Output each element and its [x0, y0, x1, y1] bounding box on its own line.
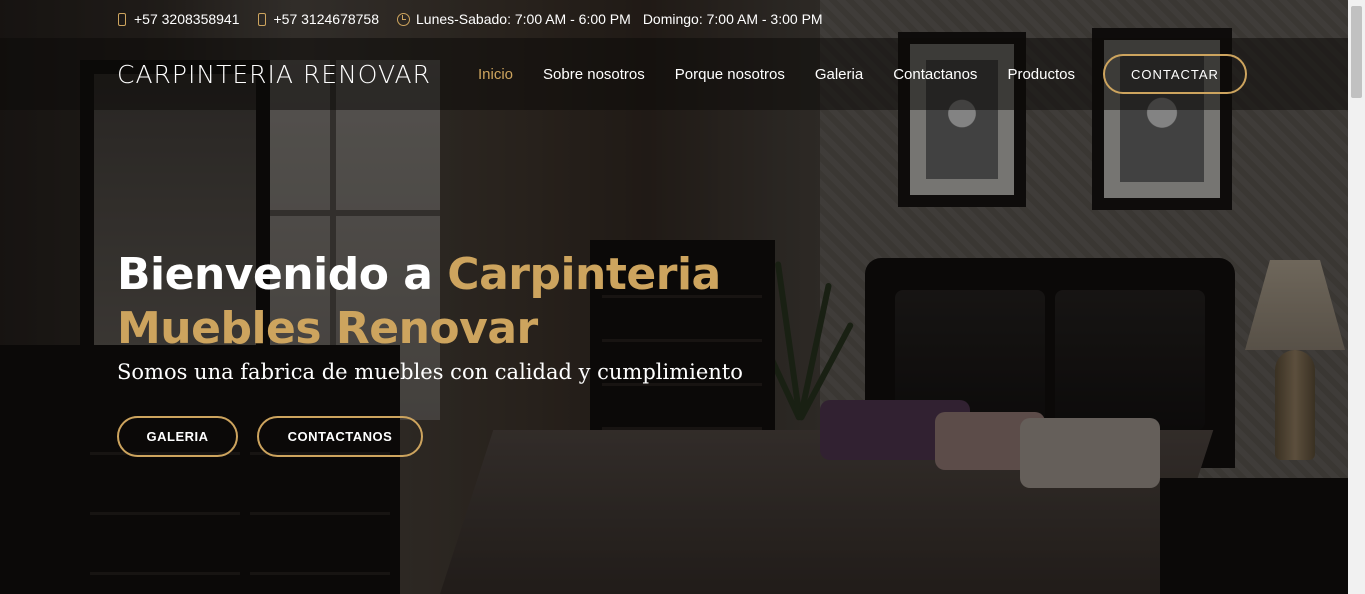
phone-icon [257, 12, 266, 26]
nav-productos[interactable]: Productos [1007, 66, 1075, 83]
nav-galeria[interactable]: Galeria [815, 66, 863, 83]
site-logo[interactable]: CARPINTERIA RENOVAR [117, 60, 478, 89]
main-nav: Inicio Sobre nosotros Porque nosotros Ga… [478, 66, 1105, 83]
contactanos-button[interactable]: CONTACTANOS [257, 416, 423, 457]
hours-sunday: Domingo: 7:00 AM - 3:00 PM [642, 11, 823, 27]
page-scrollbar[interactable] [1348, 0, 1365, 594]
nav-contactanos[interactable]: Contactanos [893, 66, 977, 83]
phone-2: +57 3124678758 [257, 11, 380, 27]
phone-2-text: +57 3124678758 [273, 11, 380, 27]
hero-subtitle: Somos una fabrica de muebles con calidad… [117, 360, 743, 384]
site-header: CARPINTERIA RENOVAR Inicio Sobre nosotro… [0, 38, 1348, 110]
nav-porque-nosotros[interactable]: Porque nosotros [675, 66, 785, 83]
phone-1: +57 3208358941 [118, 11, 240, 27]
hero-title-white: Bienvenido a [117, 249, 433, 300]
phone-1-text: +57 3208358941 [134, 11, 240, 27]
opening-hours: Lunes-Sabado: 7:00 AM - 6:00 PM Domingo:… [397, 11, 823, 27]
top-info-bar: +57 3208358941 +57 3124678758 Lunes-Saba… [0, 0, 1348, 38]
galeria-button[interactable]: GALERIA [117, 416, 238, 457]
hours-weekdays: Lunes-Sabado: 7:00 AM - 6:00 PM [416, 11, 631, 27]
contactar-button[interactable]: CONTACTAR [1102, 54, 1247, 94]
hero-title: Bienvenido a Carpinteria Muebles Renovar [117, 248, 817, 356]
nav-sobre-nosotros[interactable]: Sobre nosotros [543, 66, 645, 83]
nav-inicio[interactable]: Inicio [478, 66, 513, 83]
phone-icon [118, 12, 126, 26]
scrollbar-thumb[interactable] [1351, 6, 1362, 98]
clock-icon [397, 12, 410, 26]
